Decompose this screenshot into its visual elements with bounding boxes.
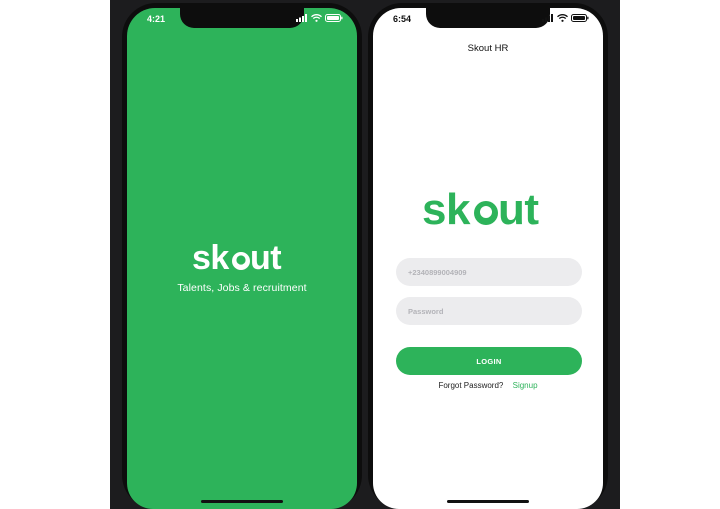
nav-title: Skout HR (467, 43, 509, 54)
status-time: 6:54 (393, 14, 412, 24)
screenshot-stage: 4:21 sk ut Talents, Jobs & recruitment 6… (110, 0, 620, 509)
home-indicator[interactable] (447, 500, 529, 503)
status-icons (296, 14, 343, 22)
phone-splash: 4:21 sk ut Talents, Jobs & recruitment (122, 3, 362, 509)
skout-logo-login: sk ut (373, 185, 603, 235)
battery-icon (325, 14, 343, 22)
status-time: 4:21 (147, 14, 166, 24)
phone-login: 6:54 Skout HR sk ut +2340899004909 LOGIN… (368, 3, 608, 509)
signal-icon (296, 14, 307, 22)
skout-wordmark: sk ut (192, 239, 282, 277)
wifi-icon (311, 14, 322, 22)
svg-text:sk: sk (192, 240, 229, 274)
battery-icon (571, 14, 589, 22)
status-icons (542, 14, 589, 22)
password-input[interactable] (396, 297, 582, 325)
auth-links: Forgot Password? Signup (373, 381, 603, 390)
notch (426, 8, 550, 28)
svg-text:sk: sk (422, 186, 471, 230)
login-button[interactable]: LOGIN (396, 347, 582, 375)
skout-logo-splash: sk ut (127, 239, 357, 279)
login-screen: 6:54 Skout HR sk ut +2340899004909 LOGIN… (373, 8, 603, 509)
svg-text:ut: ut (250, 240, 281, 274)
signal-icon (542, 14, 553, 22)
notch (180, 8, 304, 28)
splash-tagline: Talents, Jobs & recruitment (177, 282, 307, 294)
phone-input[interactable] (396, 258, 582, 286)
home-indicator[interactable] (201, 500, 283, 503)
signup-link[interactable]: Signup (513, 381, 538, 390)
wifi-icon (557, 14, 568, 22)
splash-screen: 4:21 sk ut Talents, Jobs & recruitment (127, 8, 357, 509)
skout-wordmark: sk ut (422, 185, 540, 234)
svg-text:ut: ut (498, 186, 539, 230)
forgot-password-link[interactable]: Forgot Password? (438, 381, 503, 390)
